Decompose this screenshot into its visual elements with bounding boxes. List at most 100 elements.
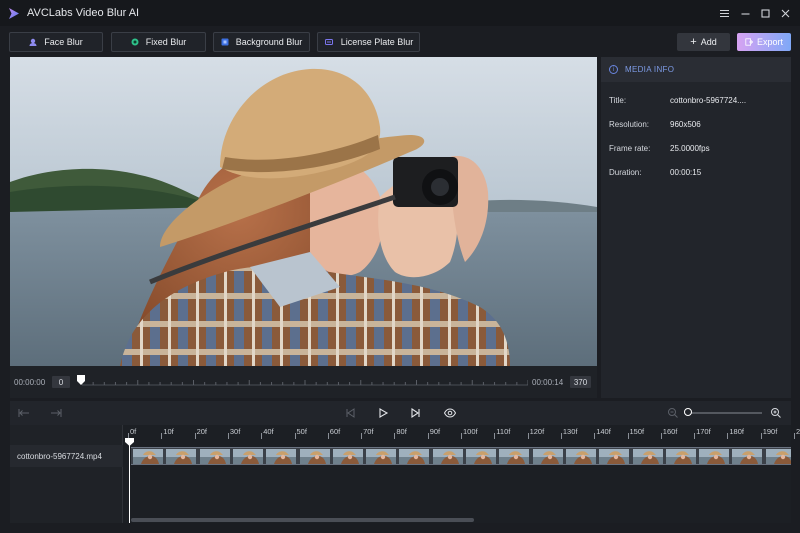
video-preview[interactable] bbox=[10, 57, 597, 366]
clip-thumbnail bbox=[399, 449, 430, 464]
ruler-tick bbox=[261, 433, 263, 439]
fixed-blur-button[interactable]: Fixed Blur bbox=[111, 32, 206, 52]
start-time: 00:00:00 bbox=[14, 378, 46, 387]
timeline-area: cottonbro-5967724.mp4 0f 10f 20f 30f 40f 50f 6… bbox=[10, 425, 800, 523]
clip-thumbnail bbox=[599, 449, 630, 464]
add-label: Add bbox=[700, 37, 717, 47]
app-logo-icon bbox=[9, 7, 19, 19]
export-icon bbox=[745, 38, 753, 46]
track-list: cottonbro-5967724.mp4 bbox=[10, 425, 123, 523]
license-plate-icon bbox=[324, 39, 333, 45]
ruler-tick bbox=[560, 433, 562, 439]
zoom-slider[interactable] bbox=[684, 408, 762, 418]
track-item[interactable]: cottonbro-5967724.mp4 bbox=[10, 445, 123, 467]
clip-thumbnail bbox=[565, 449, 596, 464]
ruler-tick bbox=[760, 433, 762, 439]
skip-to-end-icon[interactable] bbox=[410, 407, 422, 419]
info-label: Duration: bbox=[609, 168, 642, 177]
ruler-tick bbox=[227, 433, 229, 439]
minimize-icon[interactable] bbox=[736, 4, 754, 22]
ruler-label: 60f bbox=[329, 427, 341, 436]
start-frame-input[interactable]: 0 bbox=[52, 376, 70, 388]
scrub-track[interactable] bbox=[82, 378, 528, 386]
zoom-out-icon[interactable] bbox=[667, 407, 679, 419]
plus-icon: + bbox=[690, 35, 697, 48]
close-icon[interactable] bbox=[776, 4, 794, 22]
info-label: Resolution: bbox=[609, 120, 650, 129]
ruler-label: 30f bbox=[229, 427, 241, 436]
info-value: cottonbro-5967724.... bbox=[670, 96, 747, 105]
ruler-tick bbox=[494, 433, 496, 439]
ruler-tick bbox=[461, 433, 462, 439]
info-icon: i bbox=[609, 65, 618, 74]
video-clip[interactable] bbox=[131, 447, 791, 465]
clip-thumbnail bbox=[632, 449, 663, 464]
title-bar: AVCLabs Video Blur AI bbox=[0, 0, 800, 26]
ruler-tick bbox=[194, 433, 196, 439]
eye-icon[interactable] bbox=[444, 407, 456, 419]
menu-icon[interactable] bbox=[715, 4, 733, 22]
ruler-tick bbox=[527, 433, 529, 439]
video-frame bbox=[10, 57, 597, 366]
app-title: AVCLabs Video Blur AI bbox=[27, 7, 140, 19]
ruler-tick bbox=[294, 433, 296, 439]
timeline-controls bbox=[10, 401, 791, 425]
timeline-scrollbar[interactable] bbox=[131, 518, 474, 522]
media-info-panel: i MEDIA INFO Title: cottonbro-5967724...… bbox=[601, 57, 791, 398]
clip-thumbnail bbox=[266, 449, 297, 464]
ruler-label: 160f bbox=[662, 427, 678, 436]
playhead[interactable] bbox=[129, 439, 130, 523]
info-value: 00:00:15 bbox=[670, 168, 702, 177]
ruler-label: 140f bbox=[596, 427, 611, 436]
ruler-label: 180f bbox=[729, 427, 744, 436]
fixed-blur-icon bbox=[131, 38, 139, 46]
play-icon[interactable] bbox=[377, 407, 389, 419]
ruler-tick bbox=[394, 433, 396, 439]
ruler-tick bbox=[361, 433, 363, 439]
clip-thumbnail bbox=[299, 449, 330, 464]
clip-thumbnail bbox=[432, 449, 463, 464]
face-blur-label: Face Blur bbox=[44, 37, 83, 47]
export-label: Export bbox=[756, 37, 783, 47]
clip-thumbnail bbox=[366, 449, 397, 464]
ruler-label: 150f bbox=[629, 427, 645, 436]
face-blur-button[interactable]: Face Blur bbox=[9, 32, 103, 52]
scrub-handle[interactable] bbox=[77, 375, 85, 385]
background-blur-label: Background Blur bbox=[235, 37, 303, 47]
clip-thumbnail bbox=[166, 449, 197, 464]
ruler-label: 120f bbox=[529, 427, 545, 436]
clip-thumbnail bbox=[732, 449, 763, 464]
ruler-label: 70f bbox=[363, 427, 374, 436]
timeline-ruler[interactable]: 0f 10f 20f 30f 40f 50f 60f 70f 80f 90f 100f 110f 120… bbox=[128, 425, 800, 439]
license-plate-blur-button[interactable]: License Plate Blur bbox=[317, 32, 420, 52]
media-info-title: MEDIA INFO bbox=[625, 65, 675, 74]
clip-thumbnail bbox=[133, 449, 163, 464]
info-value: 25.0000fps bbox=[670, 144, 710, 153]
background-blur-button[interactable]: Background Blur bbox=[213, 32, 310, 52]
background-icon bbox=[221, 38, 229, 46]
clip-thumbnail bbox=[665, 449, 696, 464]
ruler-label: 20f bbox=[196, 427, 208, 436]
ruler-tick bbox=[794, 433, 795, 439]
clip-thumbnail bbox=[532, 449, 563, 464]
skip-to-start-icon[interactable] bbox=[344, 407, 356, 419]
scrubber-bar: 00:00:00 0 00:00:14 370 bbox=[10, 366, 597, 398]
add-button[interactable]: + Add bbox=[677, 33, 730, 51]
clip-thumbnail bbox=[232, 449, 263, 464]
zoom-slider-thumb[interactable] bbox=[684, 408, 692, 416]
ruler-label: 80f bbox=[396, 427, 407, 436]
end-time: 00:00:14 bbox=[532, 378, 564, 387]
info-value: 960x506 bbox=[670, 120, 701, 129]
redo-icon[interactable] bbox=[50, 407, 62, 419]
undo-icon[interactable] bbox=[18, 407, 30, 419]
maximize-icon[interactable] bbox=[756, 4, 774, 22]
end-frame-input[interactable]: 370 bbox=[570, 376, 591, 388]
media-info-header: i MEDIA INFO bbox=[601, 57, 791, 82]
zoom-slider-track bbox=[684, 412, 762, 414]
ruler-tick bbox=[327, 433, 329, 439]
export-button[interactable]: Export bbox=[737, 33, 791, 51]
clip-thumbnail bbox=[466, 449, 496, 464]
ruler-tick bbox=[660, 433, 662, 439]
ruler-tick bbox=[694, 433, 696, 439]
zoom-in-icon[interactable] bbox=[770, 407, 782, 419]
